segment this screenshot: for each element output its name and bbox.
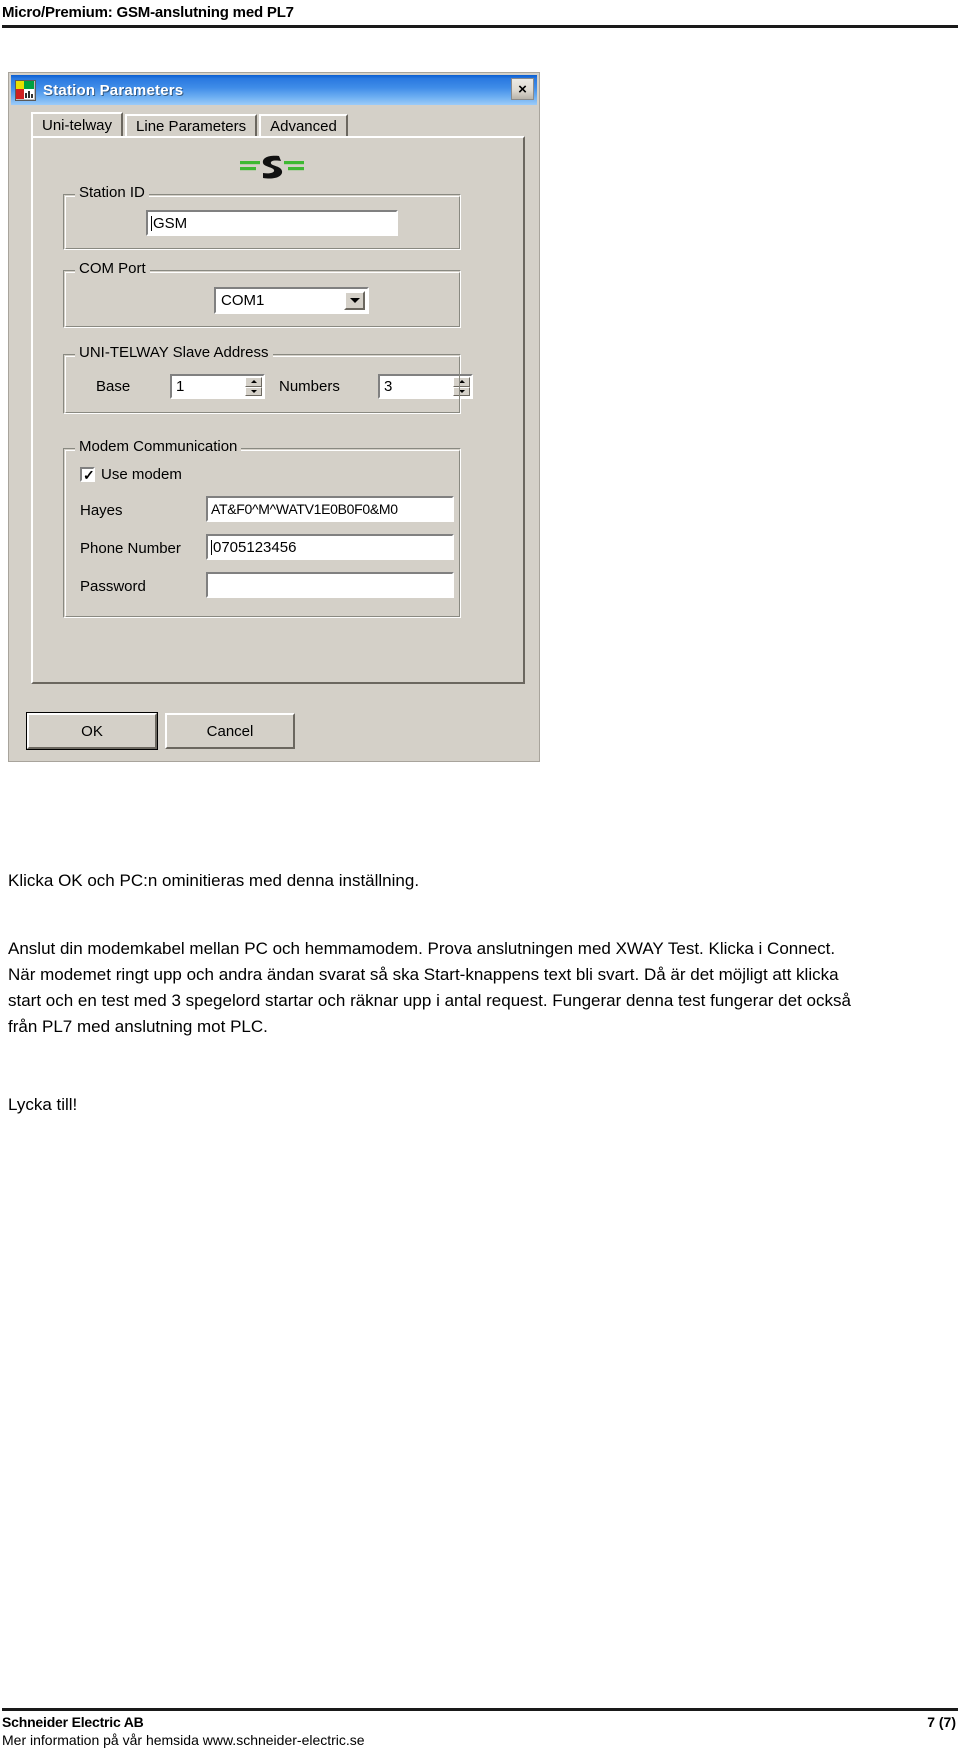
com-port-value: COM1 (221, 292, 265, 309)
text-caret (151, 215, 152, 231)
footer-page-number: 7 (7) (927, 1714, 956, 1730)
page-footer: Schneider Electric AB 7 (7) Mer informat… (0, 1708, 960, 1748)
text-caret (211, 539, 212, 555)
body-paragraph-1: Klicka OK och PC:n ominitieras med denna… (8, 868, 858, 894)
numbers-spin-buttons[interactable] (453, 377, 470, 396)
password-input[interactable] (205, 571, 455, 599)
station-parameters-dialog: Station Parameters × Uni-telway Line Par… (8, 72, 540, 762)
footer-company: Schneider Electric AB (2, 1714, 144, 1730)
station-parameters-icon (15, 79, 36, 101)
header-divider (2, 25, 958, 28)
page-header: Micro/Premium: GSM-anslutning med PL7 (0, 0, 960, 28)
use-modem-label: Use modem (101, 466, 182, 483)
dialog-title: Station Parameters (43, 81, 184, 99)
tab-advanced[interactable]: Advanced (259, 114, 348, 136)
group-modem-communication: Modem Communication ✓ Use modem Hayes AT… (63, 439, 461, 618)
body-paragraph-3: Lycka till! (8, 1092, 858, 1118)
numbers-value: 3 (384, 378, 393, 395)
numbers-spin-up[interactable] (453, 377, 470, 387)
dialog-tabstrip: Uni-telway Line Parameters Advanced (31, 112, 539, 136)
body-paragraph-2: Anslut din modemkabel mellan PC och hemm… (8, 936, 858, 1040)
base-spin-buttons[interactable] (245, 377, 262, 396)
base-spin-down[interactable] (245, 386, 262, 396)
footer-top-row: Schneider Electric AB 7 (7) (0, 1714, 960, 1730)
group-com-port: COM Port COM1 (63, 261, 461, 328)
checkbox-box[interactable]: ✓ (80, 467, 95, 482)
close-icon[interactable]: × (511, 78, 534, 100)
group-station-id: Station ID GSM (63, 185, 461, 250)
ok-button[interactable]: OK (26, 712, 158, 750)
dialog-titlebar: Station Parameters × (11, 75, 537, 105)
hayes-input[interactable]: AT&F0^M^WATV1E0B0F0&M0 (205, 495, 455, 523)
phone-number-label: Phone Number (80, 540, 181, 557)
base-stepper[interactable]: 1 (170, 374, 265, 399)
footer-divider (2, 1708, 958, 1711)
use-modem-checkbox[interactable]: ✓ Use modem (80, 466, 182, 483)
paragraph-2-text: Anslut din modemkabel mellan PC och hemm… (8, 939, 851, 1036)
group-slave-address: UNI-TELWAY Slave Address Base 1 Numbers … (63, 345, 473, 414)
cancel-button[interactable]: Cancel (165, 713, 295, 749)
tab-uni-telway[interactable]: Uni-telway (31, 112, 124, 136)
phone-number-input[interactable]: 0705123456 (205, 533, 455, 561)
group-modem-communication-title: Modem Communication (75, 439, 242, 455)
check-icon: ✓ (83, 467, 95, 483)
numbers-spin-down[interactable] (453, 386, 470, 396)
paragraph-3-text: Lycka till! (8, 1095, 78, 1114)
hayes-label: Hayes (80, 502, 123, 519)
base-label: Base (96, 378, 131, 395)
station-id-value: GSM (153, 214, 188, 232)
tab-line-parameters[interactable]: Line Parameters (125, 114, 258, 136)
schneider-logo-icon (240, 155, 304, 179)
group-slave-address-title: UNI-TELWAY Slave Address (75, 345, 273, 361)
numbers-stepper[interactable]: 3 (378, 374, 473, 399)
page-title: Micro/Premium: GSM-anslutning med PL7 (2, 4, 294, 21)
chevron-down-icon[interactable] (344, 291, 365, 310)
base-spin-up[interactable] (245, 377, 262, 387)
hayes-value: AT&F0^M^WATV1E0B0F0&M0 (211, 501, 398, 517)
numbers-label: Numbers (279, 378, 340, 395)
com-port-select[interactable]: COM1 (214, 287, 369, 314)
footer-info: Mer information på vår hemsida www.schne… (2, 1732, 365, 1748)
group-com-port-title: COM Port (75, 261, 150, 277)
group-station-id-title: Station ID (75, 185, 149, 201)
station-id-input[interactable]: GSM (145, 209, 399, 237)
paragraph-1-text: Klicka OK och PC:n ominitieras med denna… (8, 871, 420, 890)
password-label: Password (80, 578, 146, 595)
tab-panel-uni-telway: Station ID GSM COM Port COM1 UNI-TELWAY … (31, 136, 525, 684)
base-value: 1 (176, 378, 185, 395)
phone-number-value: 0705123456 (213, 538, 297, 556)
